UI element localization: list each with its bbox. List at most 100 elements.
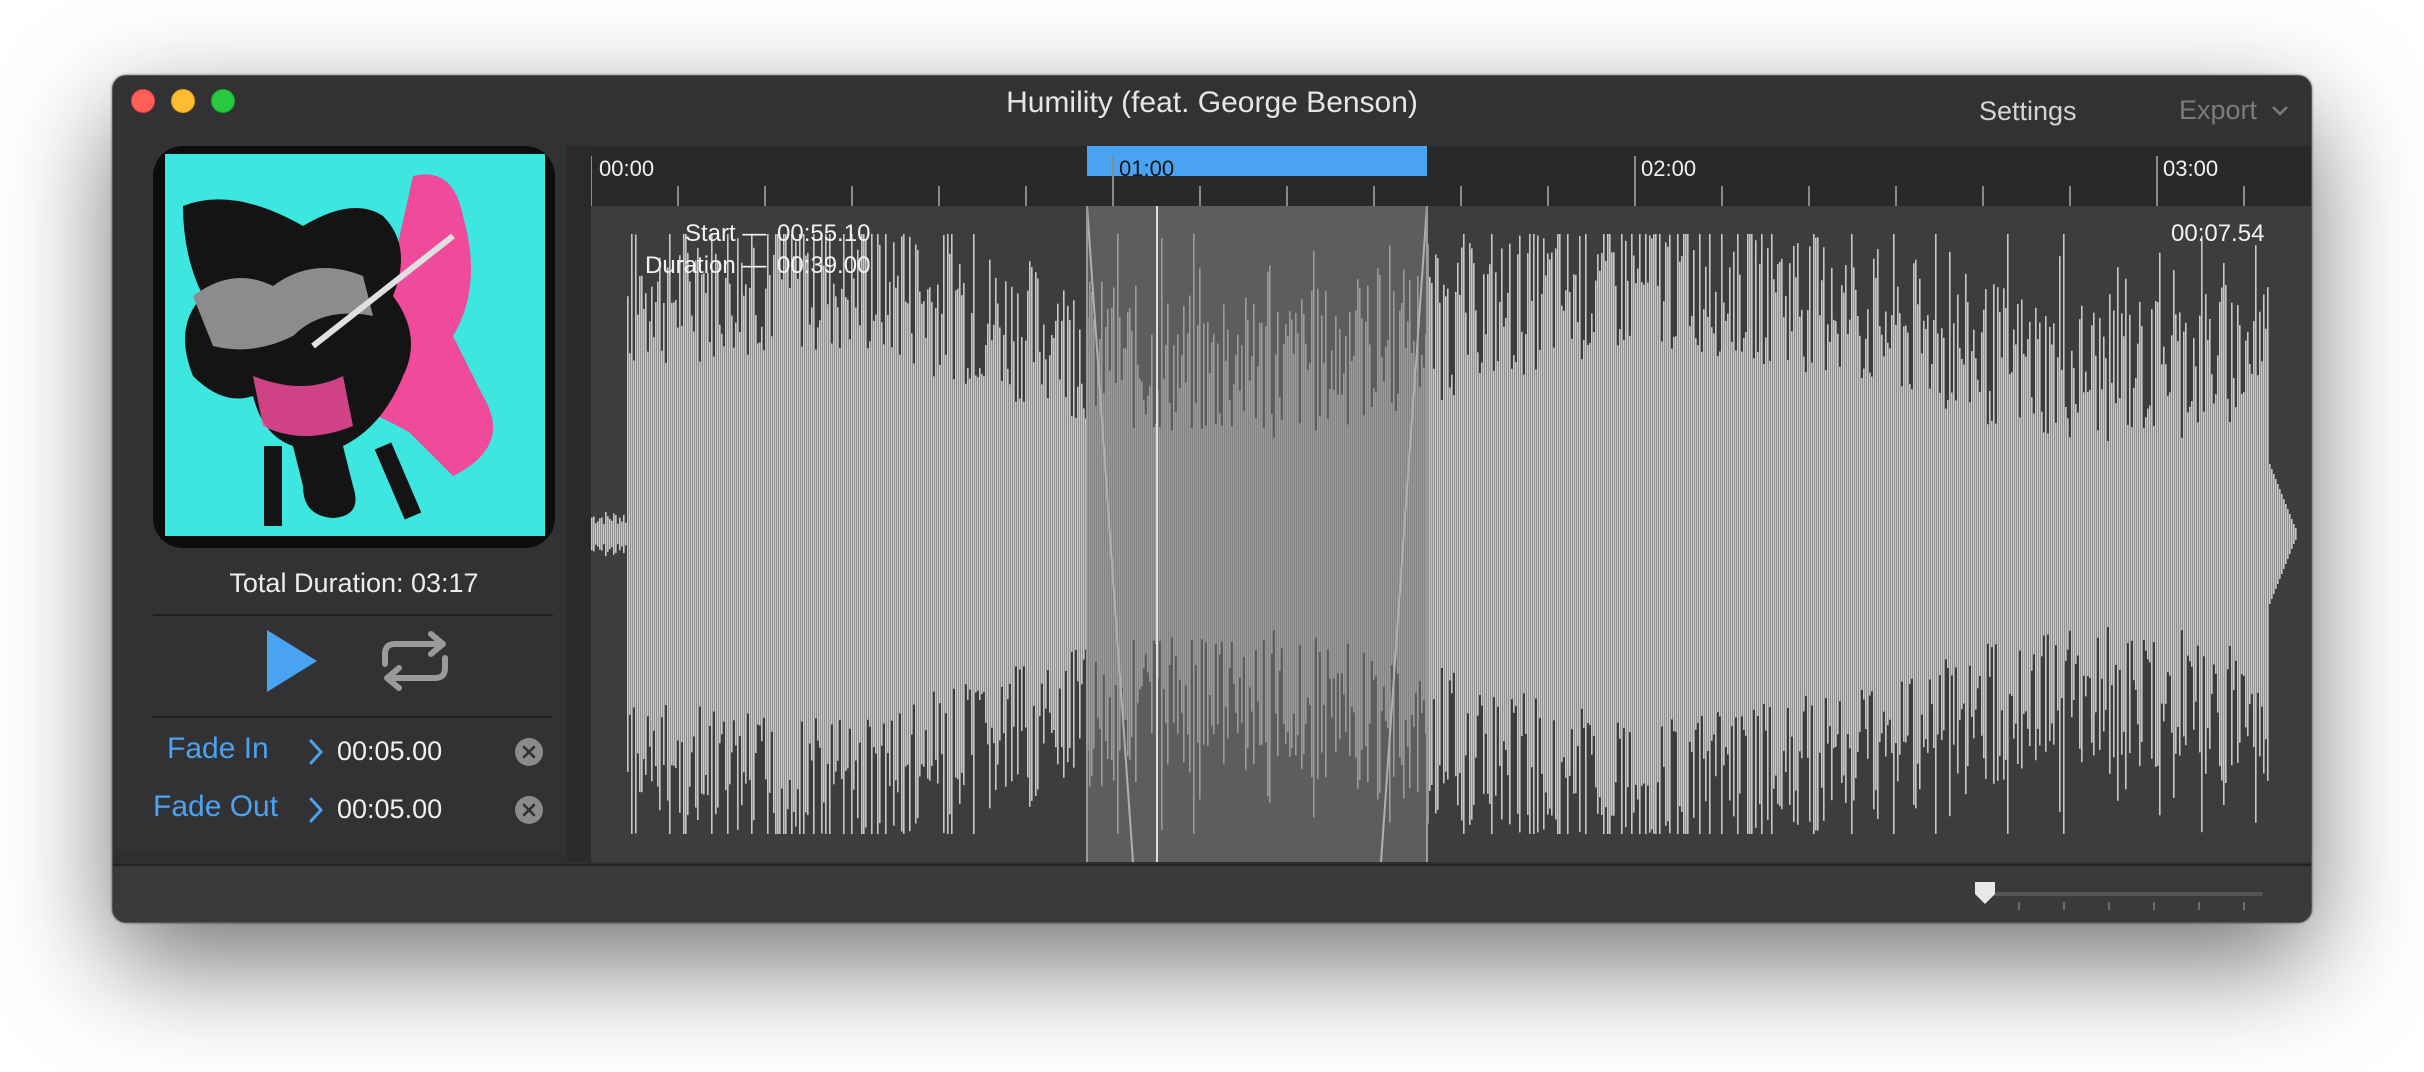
fade-in-value[interactable]: 00:05.00 [337,736,442,767]
export-menu[interactable]: Export [2179,95,2289,126]
waveform-bar [899,354,901,714]
waveform-bar [1773,279,1775,789]
waveform-bar [1547,253,1549,815]
fade-out-value[interactable]: 00:05.00 [337,794,442,825]
waveform-bar [1585,234,1587,834]
waveform-bar [711,234,713,834]
waveform-bar [1915,259,1917,809]
waveform-bar [1805,372,1807,696]
waveform-bar [2207,339,2209,729]
waveform-bar [1715,291,1717,777]
waveform-bar [2065,406,2067,662]
waveform-bar [1455,291,1457,777]
waveform-bar [1907,332,1909,736]
waveform-bar [695,260,697,808]
waveform-bar [2125,278,2127,790]
waveform-bar [1431,283,1433,785]
waveform-bar [1503,326,1505,742]
waveform-bar [777,234,779,834]
waveform-bar [1021,337,1023,731]
chevron-right-icon[interactable] [307,796,325,824]
zoom-slider[interactable] [1973,880,2269,914]
waveform-bar [1441,400,1443,668]
waveform-bar [703,273,705,795]
clear-fade-out-button[interactable] [515,796,543,824]
waveform-bar [1603,234,1605,834]
waveform-bar [947,234,949,834]
waveform-bar [2139,301,2141,767]
waveform-bar [679,255,681,813]
waveform-bar [763,350,765,718]
waveform-view[interactable]: Start — 00:55.10 Duration — 00:39.00 00:… [567,206,2311,862]
clear-fade-in-button[interactable] [515,738,543,766]
waveform-bar [1593,332,1595,736]
waveform-bar [1659,234,1661,834]
play-icon[interactable] [261,626,321,696]
waveform-bar [1055,320,1057,748]
waveform-bar [993,324,995,744]
loop-icon[interactable] [375,630,455,692]
waveform-bar [2007,234,2009,834]
settings-button[interactable]: Settings [1979,96,2077,127]
waveform-bar [1597,254,1599,814]
waveform-bar [1023,401,1025,667]
waveform-bar [2013,329,2015,739]
waveform-bar [1719,351,1721,717]
waveform-bar [1717,355,1719,713]
waveform-bar [615,515,617,553]
waveform-bar [957,288,959,780]
waveform-bar [2061,369,2063,699]
waveform-bar [1951,392,1953,676]
divider [153,614,553,616]
waveform-bar [729,283,731,785]
waveform-bar [1577,322,1579,746]
waveform-bar [885,234,887,834]
waveform-bar [891,347,893,721]
waveform-bar [1017,293,1019,775]
waveform-bar [655,301,657,767]
waveform-bar [597,521,599,547]
waveform-bar [1667,246,1669,822]
waveform-bar [593,516,595,552]
waveform-bar [1481,362,1483,706]
waveform-bar [1627,280,1629,788]
waveform-bar [2165,364,2167,704]
waveform-bar [933,376,935,692]
waveform-bar [2021,299,2023,769]
waveform-bar [1939,392,1941,676]
waveform-bar [1713,333,1715,735]
waveform-bar [1031,267,1033,801]
waveform-bar [1561,305,1563,763]
app-window: Humility (feat. George Benson) Settings … [112,75,2312,923]
waveform-bar [951,234,953,834]
waveform-bar [2029,321,2031,747]
waveform-bar [1463,234,1465,834]
waveform-bar [1705,266,1707,802]
waveform-bar [935,308,937,760]
waveform-bar [1999,312,2001,756]
waveform-bar [1791,331,1793,737]
waveform-bars [591,234,2297,834]
waveform-bar [1707,316,1709,752]
waveform-bar [1751,234,1753,834]
waveform-bar [991,340,993,728]
waveform-bar [895,287,897,781]
waveform-bar [705,293,707,775]
waveform-bar [697,247,699,821]
waveform-bar [1937,333,1939,735]
waveform-bar [1993,284,1995,784]
waveform-bar [925,337,927,731]
waveform-bar [1885,311,1887,757]
waveform-bar [2243,392,2245,676]
waveform-bar [1737,234,1739,834]
waveform-bar [1917,304,1919,764]
waveform-bar [2039,322,2041,746]
waveform-bar [1953,323,1955,745]
waveform-bar [771,336,773,732]
timeline-ruler[interactable]: 00:00 01:00 02:00 03:00 [567,146,2311,206]
waveform-bar [1607,234,1609,834]
waveform-bar [2081,305,2083,763]
waveform-bar [591,517,593,551]
waveform-bar [1955,400,1957,668]
chevron-right-icon[interactable] [307,738,325,766]
